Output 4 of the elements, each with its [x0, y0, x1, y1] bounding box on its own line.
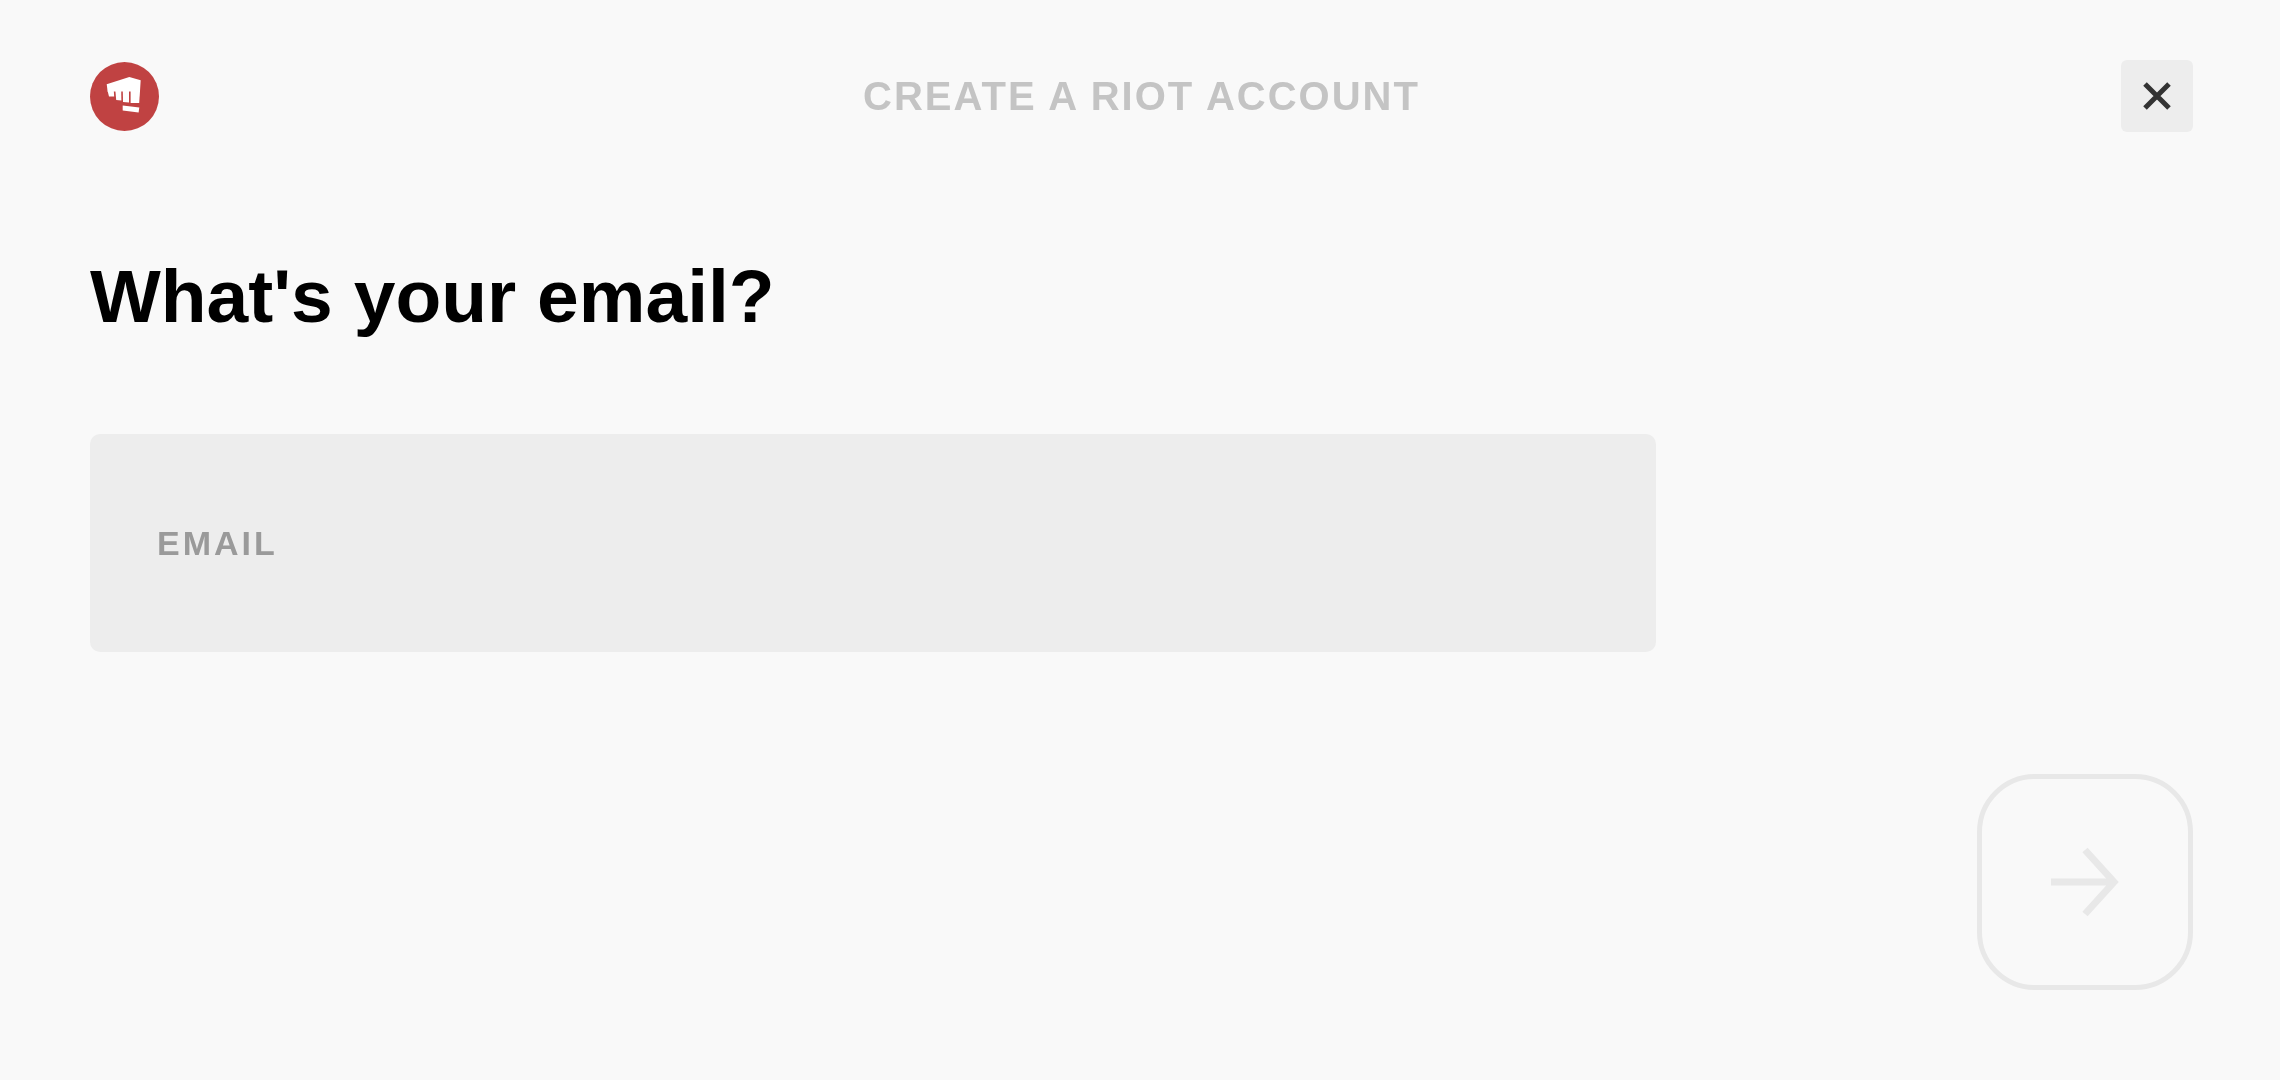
close-icon	[2143, 82, 2171, 110]
email-field[interactable]: EMAIL	[90, 434, 1656, 652]
fist-logo-icon	[90, 61, 159, 131]
close-button[interactable]	[2121, 60, 2193, 132]
